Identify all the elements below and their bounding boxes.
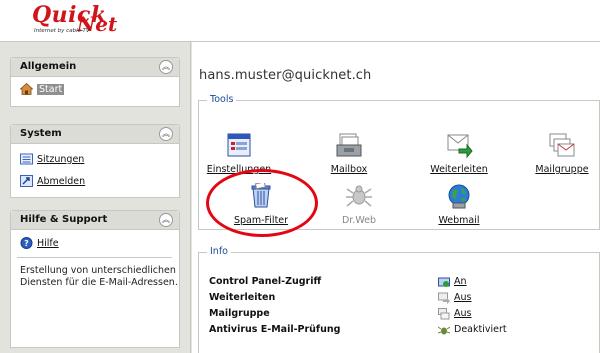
- mailgroup-icon: [549, 133, 575, 157]
- svg-text:?: ?: [24, 239, 29, 248]
- sidebar-item-abmelden[interactable]: Abmelden: [20, 174, 85, 188]
- tool-mailgruppe[interactable]: Mailgruppe: [527, 132, 597, 175]
- help-description: Erstellung von unterschiedlichen Dienste…: [20, 265, 178, 288]
- info-legend: Info: [207, 246, 231, 257]
- collapse-icon[interactable]: ︽: [159, 60, 173, 74]
- info-row-mailgruppe: Mailgruppe Aus: [209, 308, 599, 322]
- sidebar-item-label: Sitzungen: [37, 153, 85, 165]
- forward-status-icon: [438, 292, 450, 304]
- section-title: Hilfe & Support: [20, 214, 108, 225]
- mailgroup-status-icon: [438, 308, 450, 320]
- collapse-icon[interactable]: ︽: [159, 127, 173, 141]
- info-key: Weiterleiten: [209, 292, 276, 303]
- tool-drweb: Dr.Web: [324, 183, 394, 226]
- section-title: System: [20, 128, 62, 139]
- sidebar-item-label: Start: [37, 83, 65, 95]
- logout-icon: [20, 175, 33, 187]
- info-value-link[interactable]: Aus: [454, 308, 471, 319]
- header: Quick Net Internet by cable-TV: [0, 0, 600, 42]
- drweb-icon: [346, 185, 372, 207]
- tool-weiterleiten[interactable]: Weiterleiten: [424, 132, 494, 175]
- tool-label: Weiterleiten: [430, 164, 488, 175]
- info-row-control-panel: Control Panel-Zugriff An: [209, 276, 599, 290]
- help-icon: ?: [20, 237, 33, 249]
- section-header[interactable]: Allgemein ︽: [11, 58, 179, 77]
- sidebar-section-allgemein: Allgemein ︽ Start: [10, 57, 180, 107]
- tool-label: Webmail: [438, 215, 480, 226]
- sidebar-item-start[interactable]: Start: [20, 82, 65, 96]
- info-key: Control Panel-Zugriff: [209, 276, 322, 287]
- tool-webmail[interactable]: Webmail: [424, 183, 494, 226]
- section-header[interactable]: System ︽: [11, 125, 179, 144]
- tool-mailbox[interactable]: Mailbox: [314, 132, 384, 175]
- sessions-icon: [20, 153, 33, 165]
- access-icon: [438, 277, 450, 287]
- section-divider: [17, 257, 172, 258]
- info-row-weiterleiten: Weiterleiten Aus: [209, 292, 599, 306]
- account-email: hans.muster@quicknet.ch: [199, 68, 372, 83]
- home-icon: [20, 83, 33, 95]
- logo-tagline: Internet by cable-TV: [34, 28, 90, 34]
- spam-filter-highlight-circle: [206, 169, 318, 237]
- sidebar-item-hilfe[interactable]: ? Hilfe: [20, 236, 59, 250]
- sidebar-section-hilfe-support: Hilfe & Support ︽ ? Hilfe Erstellung von…: [10, 210, 180, 348]
- info-value-link[interactable]: An: [454, 276, 467, 287]
- mailbox-icon: [336, 133, 362, 157]
- info-row-antivirus: Antivirus E-Mail-Prüfung Deaktiviert: [209, 324, 599, 338]
- webmail-icon: [448, 184, 470, 209]
- sidebar-item-label: Abmelden: [37, 175, 86, 187]
- info-value: Deaktiviert: [454, 324, 507, 335]
- section-header[interactable]: Hilfe & Support ︽: [11, 211, 179, 230]
- sidebar-item-label: Hilfe: [37, 237, 59, 249]
- info-key: Mailgruppe: [209, 308, 270, 319]
- info-panel: Info Control Panel-Zugriff An Weiterleit…: [198, 246, 600, 353]
- info-key: Antivirus E-Mail-Prüfung: [209, 324, 341, 335]
- tool-label: Dr.Web: [341, 215, 377, 226]
- settings-icon: [227, 133, 251, 157]
- tools-legend: Tools: [207, 94, 237, 105]
- sidebar-section-system: System ︽ Sitzungen Abmelden: [10, 124, 180, 198]
- tool-label: Mailgruppe: [535, 164, 589, 175]
- sidebar-item-sitzungen[interactable]: Sitzungen: [20, 152, 84, 166]
- tool-label: Mailbox: [330, 164, 368, 175]
- section-title: Allgemein: [20, 61, 77, 72]
- info-value-link[interactable]: Aus: [454, 292, 471, 303]
- antivirus-icon: [438, 326, 450, 335]
- quicknet-logo[interactable]: Quick Net Internet by cable-TV: [32, 2, 132, 38]
- collapse-icon[interactable]: ︽: [159, 213, 173, 227]
- forward-icon: [447, 134, 473, 159]
- sidebar: Allgemein ︽ Start System ︽ Sitzungen Abm…: [0, 42, 191, 353]
